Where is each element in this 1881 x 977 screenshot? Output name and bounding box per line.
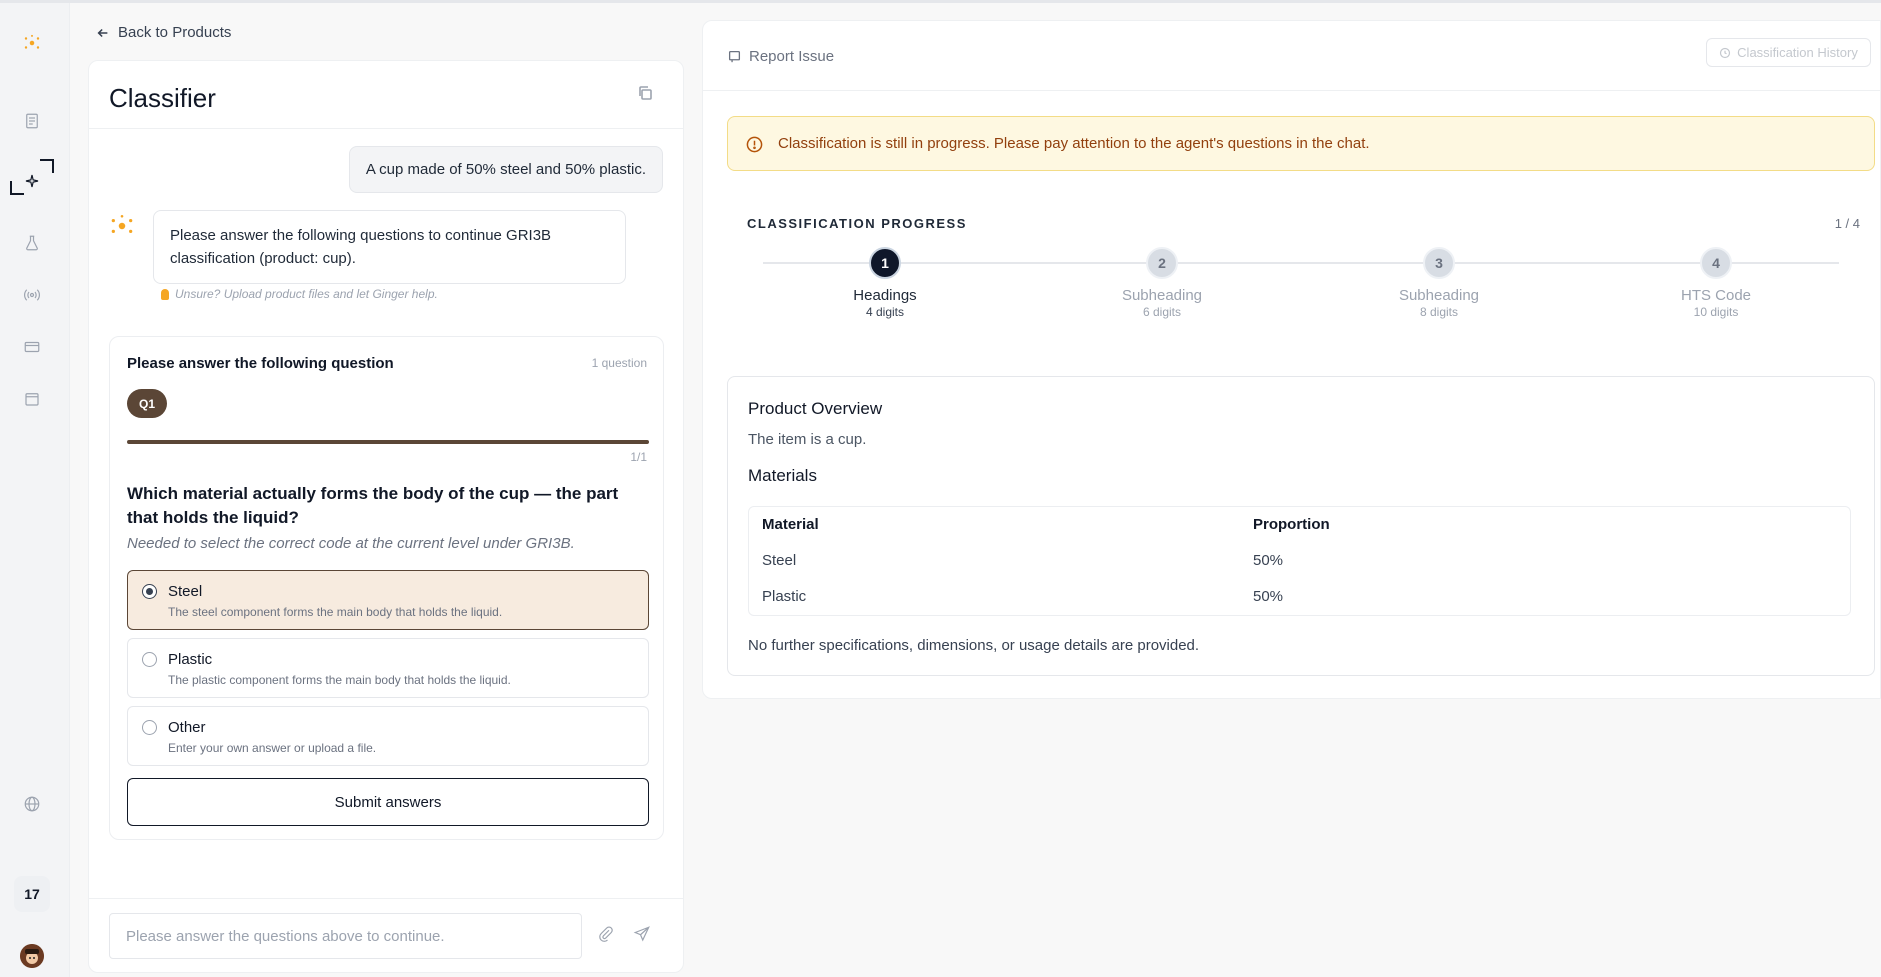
step-number: 4 [1700, 247, 1732, 279]
material-cell: Steel [762, 552, 797, 569]
flag-icon [728, 50, 741, 63]
classification-progress-count: 1 / 4 [1834, 216, 1860, 231]
agent-message: Please answer the following questions to… [153, 210, 626, 284]
focus-corner [40, 159, 54, 173]
report-issue-link[interactable]: Report Issue [728, 48, 834, 65]
step-label: Subheading [1121, 287, 1203, 304]
calendar-icon[interactable] [14, 381, 50, 417]
count-badge[interactable]: 17 [14, 876, 50, 912]
history-icon [1720, 47, 1731, 58]
column-header-material: Material [762, 516, 819, 533]
option-other[interactable]: Other Enter your own answer or upload a … [127, 706, 649, 766]
page-title: Classifier [109, 83, 216, 113]
proportion-cell: 50% [1253, 552, 1284, 569]
paperclip-icon [599, 926, 613, 942]
alert-text: Classification is still in progress. Ple… [778, 135, 1370, 152]
lightbulb-icon [161, 288, 169, 300]
avatar[interactable] [20, 944, 44, 968]
classifier-header: Classifier [89, 61, 683, 129]
option-description: Enter your own answer or upload a file. [168, 741, 377, 755]
send-button[interactable] [633, 925, 655, 947]
radio-button[interactable] [142, 584, 157, 599]
overview-footer-text: No further specifications, dimensions, o… [748, 637, 1200, 654]
progress-alert: Classification is still in progress. Ple… [727, 116, 1875, 171]
step-subheading-6: 2 Subheading 6 digits [1092, 247, 1232, 319]
focus-corner [10, 181, 24, 195]
step-number: 1 [869, 247, 901, 279]
unsure-hint-text: Unsure? Upload product files and let Gin… [175, 287, 438, 301]
arrow-left-icon [97, 28, 108, 37]
history-label: Classification History [1737, 45, 1858, 60]
column-header-proportion: Proportion [1253, 516, 1330, 533]
chat-input-area [89, 898, 683, 974]
table-row: Steel 50% [749, 543, 1850, 579]
step-digits: 4 digits [865, 305, 905, 319]
step-label: HTS Code [1680, 287, 1752, 304]
product-overview-card: Product Overview The item is a cup. Mate… [727, 376, 1875, 676]
step-hts-code: 4 HTS Code 10 digits [1646, 247, 1786, 319]
option-steel[interactable]: Steel The steel component forms the main… [127, 570, 649, 630]
product-overview-title: Product Overview [748, 399, 883, 418]
materials-title: Materials [748, 466, 817, 485]
materials-table: Material Proportion Steel 50% Plastic 50… [748, 506, 1851, 616]
alert-circle-icon [746, 136, 763, 153]
step-number: 2 [1146, 247, 1178, 279]
question-text: Which material actually forms the body o… [127, 484, 619, 527]
classifier-panel: Classifier A cup made of 50% steel and 5… [88, 60, 684, 973]
radio-button[interactable] [142, 652, 157, 667]
globe-icon[interactable] [14, 786, 50, 822]
table-row: Plastic 50% [749, 579, 1850, 615]
submit-answers-button[interactable]: Submit answers [127, 778, 649, 826]
step-digits: 6 digits [1142, 305, 1182, 319]
radio-button[interactable] [142, 720, 157, 735]
product-overview-text: The item is a cup. [748, 431, 867, 448]
question-pill-q1[interactable]: Q1 [127, 389, 167, 418]
option-description: The steel component forms the main body … [168, 605, 503, 619]
card-icon[interactable] [14, 329, 50, 365]
step-headings: 1 Headings 4 digits [815, 247, 955, 319]
flask-icon[interactable] [14, 225, 50, 261]
option-label: Plastic [168, 651, 213, 668]
step-label: Headings [853, 287, 917, 304]
document-icon[interactable] [14, 103, 50, 139]
option-label: Other [168, 719, 206, 736]
unsure-hint[interactable]: Unsure? Upload product files and let Gin… [161, 287, 438, 301]
back-link-label: Back to Products [118, 24, 232, 41]
question-progress-text: 1/1 [630, 450, 647, 464]
back-to-products-link[interactable]: Back to Products [96, 24, 231, 41]
copy-icon [639, 86, 652, 100]
classification-panel: Report Issue Classification History Clas… [702, 20, 1881, 699]
sidebar: 17 [0, 3, 70, 977]
step-label: Subheading [1398, 287, 1480, 304]
agent-logo-icon [109, 213, 135, 239]
step-subheading-8: 3 Subheading 8 digits [1369, 247, 1509, 319]
option-plastic[interactable]: Plastic The plastic component forms the … [127, 638, 649, 698]
report-issue-label: Report Issue [749, 48, 835, 65]
copy-button[interactable] [637, 85, 657, 105]
top-border [0, 0, 1881, 3]
option-description: The plastic component forms the main bod… [168, 673, 511, 687]
question-progress-bar [127, 440, 649, 444]
classification-header: Report Issue Classification History [703, 21, 1880, 91]
classification-progress-title: CLASSIFICATION PROGRESS [747, 216, 967, 231]
broadcast-icon[interactable] [14, 277, 50, 313]
user-message: A cup made of 50% steel and 50% plastic. [348, 146, 663, 193]
attach-button[interactable] [597, 925, 619, 947]
question-hint: Needed to select the correct code at the… [127, 535, 575, 552]
logo-icon[interactable] [14, 25, 50, 61]
chat-input[interactable] [109, 913, 582, 959]
classifier-sparkle-icon[interactable] [10, 159, 54, 199]
question-card: Please answer the following question 1 q… [109, 336, 664, 840]
step-number: 3 [1423, 247, 1455, 279]
step-digits: 10 digits [1693, 305, 1739, 319]
table-header-row: Material Proportion [749, 507, 1850, 543]
question-count: 1 question [591, 356, 647, 370]
classification-history-button[interactable]: Classification History [1706, 38, 1871, 67]
question-card-heading: Please answer the following question [127, 355, 394, 372]
send-icon [633, 926, 650, 942]
proportion-cell: 50% [1253, 588, 1284, 605]
material-cell: Plastic [762, 588, 807, 605]
step-digits: 8 digits [1419, 305, 1459, 319]
option-label: Steel [168, 583, 203, 600]
